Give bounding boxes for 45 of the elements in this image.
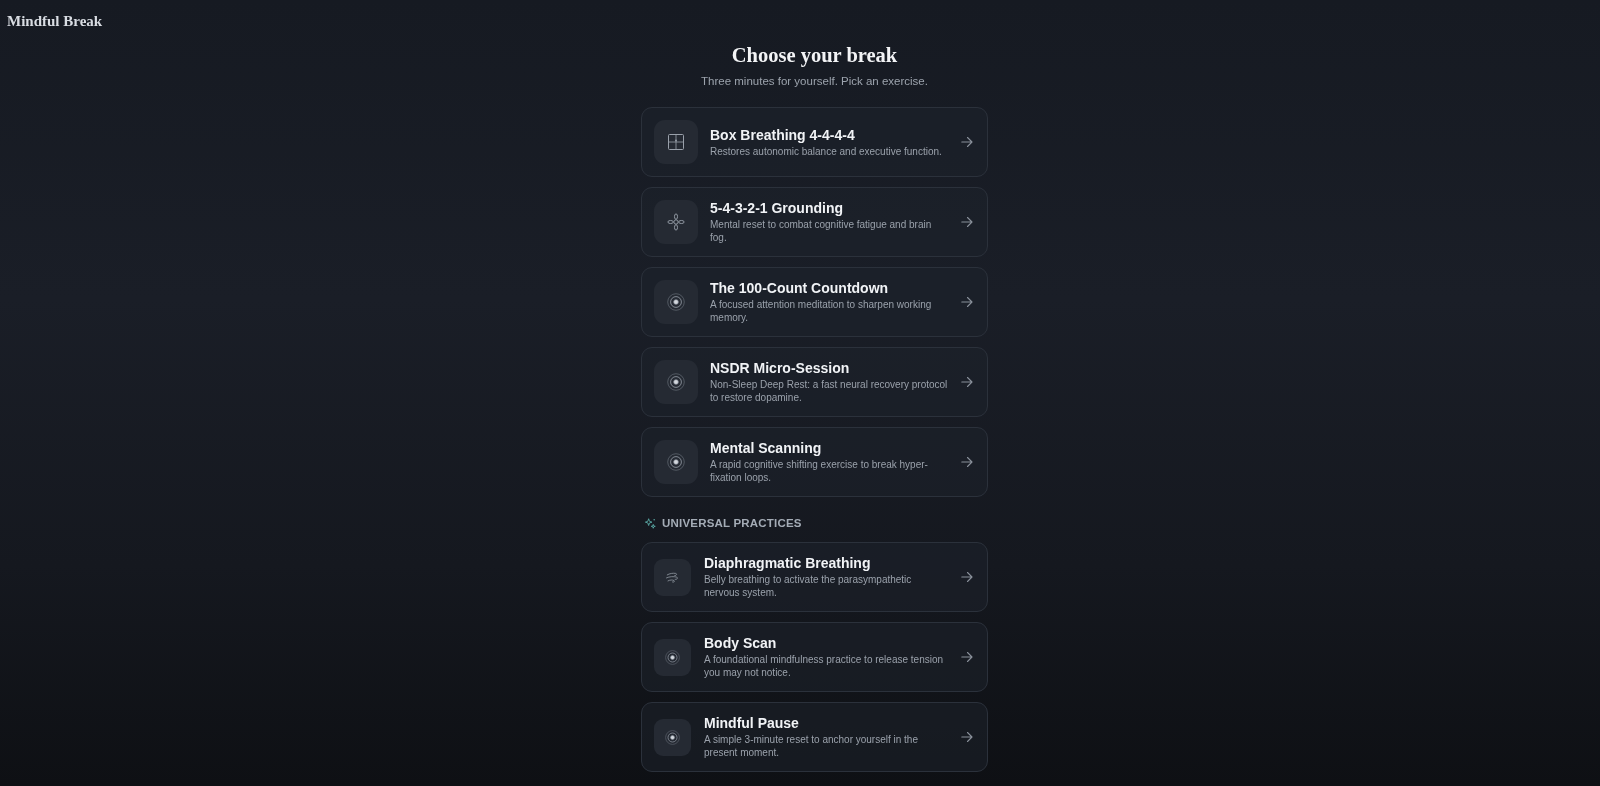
exercise-description: Non-Sleep Deep Rest: a fast neural recovery protocol to restore dopamine. [710,378,949,404]
arrow-right-icon [961,651,973,663]
wind-lines-icon [654,558,691,596]
section-heading: UNIVERSAL PRACTICES [662,516,802,531]
exercise-title: Mental Scanning [710,440,823,457]
exercise-card[interactable]: The 100-Count Countdown A focused attention meditation to sharpen working memory. [641,267,988,337]
arrow-right-icon [961,731,973,743]
petals-icon [654,200,698,244]
exercise-card[interactable]: Box Breathing 4-4-4-4 Restores autonomic balance and executive function. [641,107,988,177]
page-subtitle: Three minutes for yourself. Pick an exercise. [701,74,928,89]
exercise-title: Box Breathing 4-4-4-4 [710,126,856,144]
concentric-circles-icon [654,718,691,756]
exercise-title: The 100-Count Countdown [710,280,890,297]
exercise-card[interactable]: Mental Scanning A rapid cognitive shifting exercise to break hyper-fixation loops. [641,427,988,497]
arrow-right-icon [961,376,973,388]
exercise-description: A simple 3-minute reset to anchor yourself in the present moment. [704,733,919,759]
exercise-title: NSDR Micro-Session [710,360,851,377]
exercise-card[interactable]: Body Scan A foundational mindfulness practice to release tension you may not notice. [641,622,988,692]
exercise-description: A foundational mindfulness practice to release tension you may not notice. [704,653,945,679]
exercise-description: A focused attention meditation to sharpen working memory. [710,298,933,324]
exercise-title: Body Scan [704,635,778,652]
arrow-right-icon [961,136,973,148]
arrow-right-icon [961,571,973,583]
app-title: Mindful Break [6,12,103,30]
exercise-description: Belly breathing to activate the parasympathetic nervous system. [704,573,913,599]
exercise-title: Diaphragmatic Breathing [704,555,872,572]
concentric-circles-icon [654,280,698,324]
square-grid-icon [654,120,698,164]
sparkle-icon [645,517,656,529]
exercise-description: Mental reset to combat cognitive fatigue and brain fog. [710,218,933,244]
exercise-card[interactable]: Diaphragmatic Breathing Belly breathing to activate the parasympathetic nervous system. [641,542,988,612]
exercise-card[interactable]: 5-4-3-2-1 Grounding Mental reset to combat cognitive fatigue and brain fog. [641,187,988,257]
arrow-right-icon [961,216,973,228]
exercise-card[interactable]: NSDR Micro-Session Non-Sleep Deep Rest: a fast neural recovery protocol to restore dopamine. [641,347,988,417]
concentric-circles-icon [654,638,691,676]
exercise-title: Mindful Pause [704,715,800,732]
page-title: Choose your break [731,43,898,68]
arrow-right-icon [961,296,973,308]
concentric-circles-icon [654,440,698,484]
concentric-circles-icon [654,360,698,404]
exercise-description: Restores autonomic balance and executive function. [710,144,943,158]
exercise-title: 5-4-3-2-1 Grounding [710,200,844,217]
arrow-right-icon [961,456,973,468]
exercise-card[interactable]: Mindful Pause A simple 3-minute reset to anchor yourself in the present moment. [641,702,988,772]
exercise-description: A rapid cognitive shifting exercise to break hyper-fixation loops. [710,458,929,484]
